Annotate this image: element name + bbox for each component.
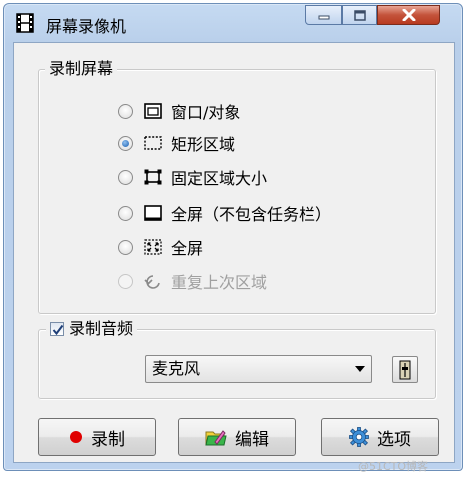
record-audio-header: 录制音频 <box>46 319 138 338</box>
fullscreen-icon <box>144 239 162 255</box>
chevron-down-icon <box>355 366 365 372</box>
record-dot-icon <box>69 430 83 444</box>
repeat-last-region-icon <box>144 275 160 289</box>
option-label: 重复上次区域 <box>171 273 268 292</box>
options-button[interactable]: 选项 <box>321 418 439 456</box>
edit-folder-icon <box>205 427 227 447</box>
option-label: 固定区域大小 <box>171 169 268 188</box>
radio-window-object[interactable] <box>118 103 133 119</box>
app-window: 屏幕录像机 录制屏幕 窗口/对象 矩形区域 固定区域大小 全屏（不包含任务栏） … <box>3 3 463 471</box>
edit-button-label: 编辑 <box>235 429 269 450</box>
record-audio-label: 录制音频 <box>69 319 134 338</box>
window-title: 屏幕录像机 <box>46 17 127 36</box>
fixed-region-icon <box>144 169 162 185</box>
gear-icon <box>349 427 369 447</box>
close-button[interactable] <box>377 5 440 25</box>
option-window-object[interactable]: 窗口/对象 <box>118 100 240 122</box>
watermark-text: @51CTO博客 <box>358 460 429 473</box>
maximize-icon <box>353 9 366 21</box>
option-label: 矩形区域 <box>171 135 236 154</box>
option-label: 窗口/对象 <box>171 103 241 122</box>
minimize-button[interactable] <box>305 5 342 25</box>
option-rectangle-region[interactable]: 矩形区域 <box>118 132 235 154</box>
checkmark-icon <box>52 324 64 336</box>
option-fixed-region[interactable]: 固定区域大小 <box>118 166 267 188</box>
audio-device-select[interactable]: 麦克风 <box>145 355 372 383</box>
audio-settings-button[interactable] <box>392 356 418 383</box>
window-object-icon <box>144 103 162 119</box>
record-audio-checkbox[interactable] <box>50 322 64 336</box>
options-button-label: 选项 <box>377 429 411 450</box>
edit-button[interactable]: 编辑 <box>178 418 296 456</box>
record-button[interactable]: 录制 <box>38 418 156 456</box>
option-fullscreen-no-taskbar[interactable]: 全屏（不包含任务栏） <box>118 202 331 224</box>
radio-fullscreen[interactable] <box>118 239 133 255</box>
option-fullscreen[interactable]: 全屏 <box>118 236 203 258</box>
record-button-label: 录制 <box>91 429 125 450</box>
record-screen-label: 录制屏幕 <box>45 60 118 78</box>
fullscreen-no-taskbar-icon <box>144 205 162 221</box>
rectangle-region-icon <box>144 136 162 150</box>
radio-repeat-last-region <box>118 273 133 289</box>
radio-fullscreen-no-taskbar[interactable] <box>118 205 133 221</box>
radio-fixed-region[interactable] <box>118 169 133 185</box>
option-label: 全屏（不包含任务栏） <box>171 205 332 224</box>
close-icon <box>402 9 415 21</box>
option-label: 全屏 <box>171 239 204 258</box>
option-repeat-last-region: 重复上次区域 <box>118 270 267 292</box>
minimize-icon <box>318 15 329 20</box>
film-icon <box>16 13 34 33</box>
audio-device-value: 麦克风 <box>152 359 201 378</box>
maximize-button[interactable] <box>342 5 377 25</box>
title-bar[interactable]: 屏幕录像机 <box>4 4 462 42</box>
dialog-body: 录制屏幕 窗口/对象 矩形区域 固定区域大小 全屏（不包含任务栏） 全屏 重复上… <box>13 42 455 463</box>
volume-mixer-icon <box>399 360 411 379</box>
radio-rectangle-region[interactable] <box>118 135 133 151</box>
